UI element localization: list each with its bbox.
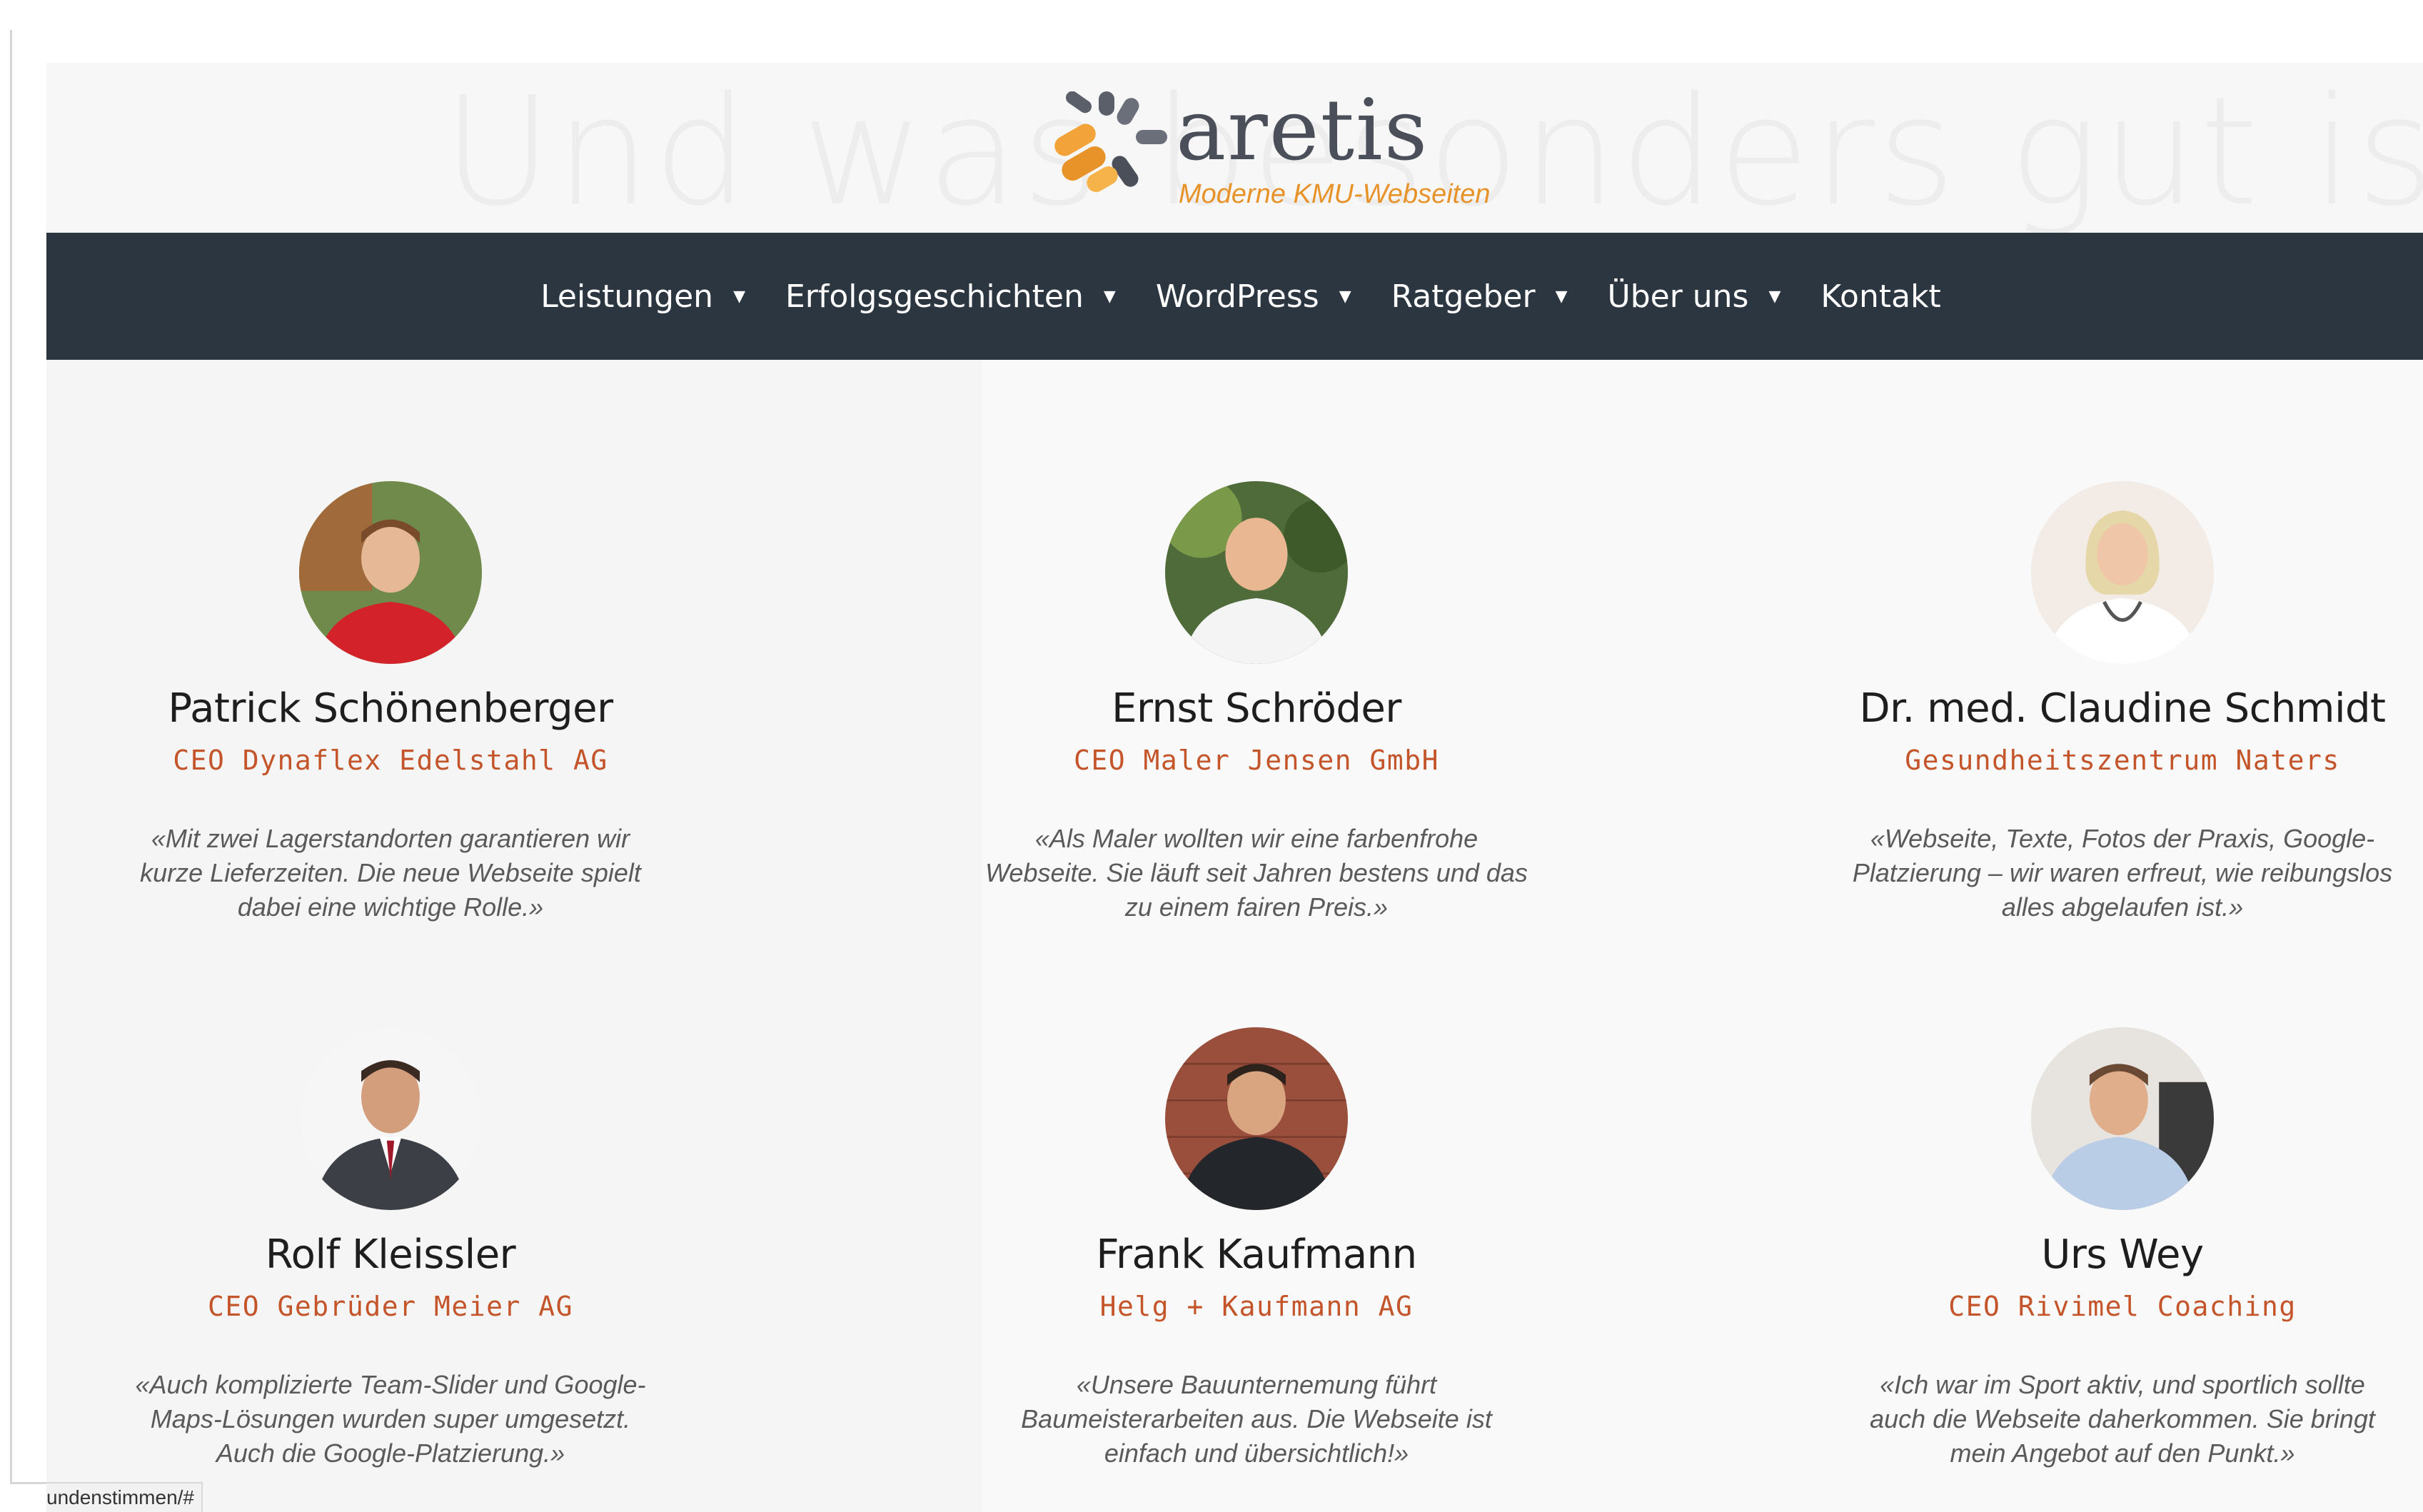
logo-mark-icon (1054, 91, 1167, 192)
avatar-photo (2031, 481, 2214, 664)
site-logo[interactable]: aretis Moderne KMU-Webseiten (1043, 84, 1507, 227)
site-header: Und was besonders gut ist aretis Moderne… (46, 63, 2423, 233)
nav-item-ratgeber[interactable]: Ratgeber ▼ (1391, 278, 1568, 315)
nav-label: Leistungen (540, 278, 714, 315)
testimonial-card: Rolf Kleissler CEO Gebrüder Meier AG «Au… (84, 1027, 697, 1471)
person-name: Patrick Schönenberger (168, 685, 613, 732)
testimonial-quote: «Auch komplizierte Team-Slider und Googl… (135, 1370, 646, 1468)
nav-item-kontakt[interactable]: Kontakt (1820, 278, 1940, 315)
person-role: Gesundheitszentrum Naters (1905, 745, 2340, 776)
avatar (1165, 1027, 1348, 1210)
testimonial-quote: «Ich war im Sport aktiv, und sportlich s… (1870, 1370, 2375, 1468)
testimonial-quote: «Als Maler wollten wir eine farbenfrohe … (985, 824, 1528, 922)
nav-item-ueber-uns[interactable]: Über uns ▼ (1607, 278, 1780, 315)
status-bar-url: undenstimmen/# (46, 1482, 203, 1512)
testimonial-card: Dr. med. Claudine Schmidt Gesundheitszen… (1815, 481, 2423, 924)
avatar (299, 481, 482, 664)
person-name: Dr. med. Claudine Schmidt (1859, 685, 2386, 732)
person-name: Urs Wey (2041, 1231, 2204, 1278)
nav-label: Erfolgsgeschichten (785, 278, 1084, 315)
web-page: Und was besonders gut ist aretis Moderne… (46, 63, 2423, 1512)
avatar-photo (299, 481, 482, 664)
testimonial-quote: «Mit zwei Lagerstandorten garantieren wi… (140, 824, 641, 922)
nav-item-wordpress[interactable]: WordPress ▼ (1156, 278, 1351, 315)
logo-wordmark: aretis (1176, 81, 1429, 179)
caret-down-icon: ▼ (733, 287, 745, 306)
testimonial-quote: «Unsere Bauunternemung führt Baumeistera… (1021, 1370, 1492, 1468)
testimonials-section: Patrick Schönenberger CEO Dynaflex Edels… (46, 360, 2423, 1512)
nav-label: WordPress (1155, 278, 1319, 315)
person-name: Rolf Kleissler (265, 1231, 516, 1278)
nav-label: Ratgeber (1391, 278, 1536, 315)
nav-label: Über uns (1607, 278, 1749, 315)
testimonial-card: Patrick Schönenberger CEO Dynaflex Edels… (84, 481, 697, 924)
avatar-photo (1165, 1027, 1348, 1210)
person-name: Frank Kaufmann (1096, 1231, 1417, 1278)
person-role: CEO Rivimel Coaching (1948, 1291, 2297, 1322)
browser-viewport: Und was besonders gut ist aretis Moderne… (10, 30, 2423, 1512)
logo-tagline: Moderne KMU-Webseiten (1179, 179, 1491, 209)
testimonial-card: Urs Wey CEO Rivimel Coaching «Ich war im… (1815, 1027, 2423, 1471)
person-role: CEO Dynaflex Edelstahl AG (173, 745, 608, 776)
avatar-photo (2031, 1027, 2214, 1210)
avatar (299, 1027, 482, 1210)
person-role: CEO Gebrüder Meier AG (208, 1291, 573, 1322)
main-navigation: Leistungen ▼ Erfolgsgeschichten ▼ WordPr… (46, 233, 2423, 360)
person-name: Ernst Schröder (1112, 685, 1401, 732)
nav-label: Kontakt (1820, 278, 1941, 315)
caret-down-icon: ▼ (1339, 287, 1351, 306)
caret-down-icon: ▼ (1103, 287, 1116, 306)
caret-down-icon: ▼ (1768, 287, 1781, 306)
avatar (2031, 1027, 2214, 1210)
person-role: Helg + Kaufmann AG (1099, 1291, 1414, 1322)
avatar-photo (299, 1027, 482, 1210)
nav-item-erfolgsgeschichten[interactable]: Erfolgsgeschichten ▼ (785, 278, 1116, 315)
avatar-photo (1165, 481, 1348, 664)
person-role: CEO Maler Jensen GmbH (1074, 745, 1439, 776)
testimonial-card: Frank Kaufmann Helg + Kaufmann AG «Unser… (949, 1027, 1563, 1471)
caret-down-icon: ▼ (1555, 287, 1568, 306)
avatar (2031, 481, 2214, 664)
testimonial-quote: «Webseite, Texte, Fotos der Praxis, Goog… (1852, 824, 2393, 922)
avatar (1165, 481, 1348, 664)
testimonial-card: Ernst Schröder CEO Maler Jensen GmbH «Al… (949, 481, 1563, 924)
nav-item-leistungen[interactable]: Leistungen ▼ (540, 278, 745, 315)
